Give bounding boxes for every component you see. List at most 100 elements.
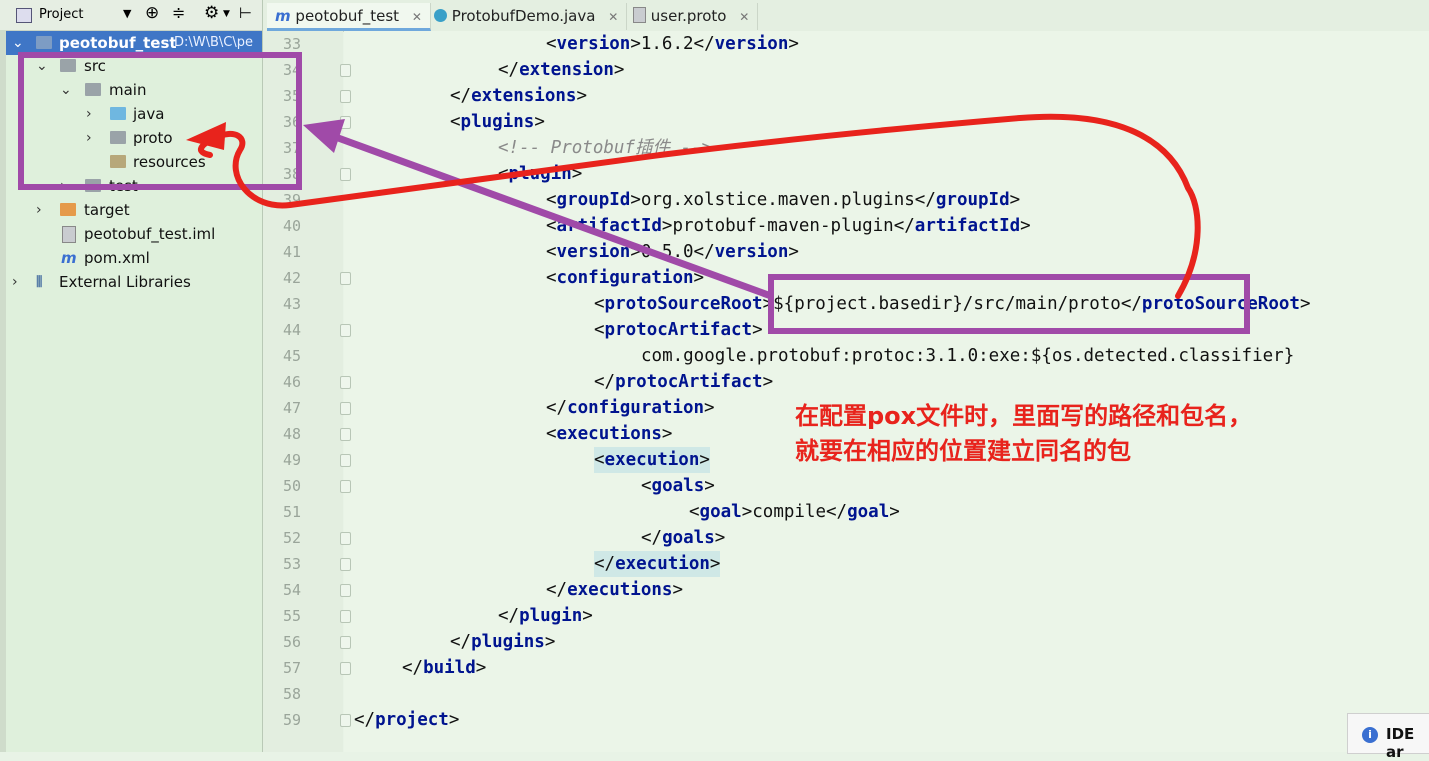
java-class-icon xyxy=(434,9,447,22)
tab-label: peotobuf_test xyxy=(295,7,400,25)
tab-user-proto[interactable]: user.proto ✕ xyxy=(625,3,759,30)
code-line-43: <protoSourceRoot>${project.basedir}/src/… xyxy=(594,294,1311,314)
chevron-right-icon[interactable]: › xyxy=(12,270,18,294)
xml-value: protobuf-maven-plugin xyxy=(672,216,894,236)
fold-marker-icon[interactable] xyxy=(340,610,351,623)
tree-label: main xyxy=(109,81,147,99)
code-line-53: </execution> xyxy=(594,551,721,577)
fold-marker-icon[interactable] xyxy=(340,272,351,285)
tab-peotobuf-test[interactable]: m peotobuf_test ✕ xyxy=(267,3,431,31)
fold-marker-icon[interactable] xyxy=(340,402,351,415)
fold-marker-icon[interactable] xyxy=(340,376,351,389)
tree-item-resources[interactable]: resources xyxy=(6,150,262,174)
settings-gear-icon[interactable]: ⚙ xyxy=(204,3,219,23)
line-number: 51 xyxy=(282,503,301,521)
tree-item-test[interactable]: › test xyxy=(6,174,262,198)
fold-marker-icon[interactable] xyxy=(340,584,351,597)
xml-value: 1.6.2 xyxy=(640,34,694,54)
fold-marker-icon[interactable] xyxy=(340,324,351,337)
tree-item-java[interactable]: › java xyxy=(6,102,262,126)
close-icon[interactable]: ✕ xyxy=(608,10,618,24)
fold-marker-icon[interactable] xyxy=(340,532,351,545)
xml-tag: plugins xyxy=(471,632,545,652)
tree-item-pom[interactable]: m pom.xml xyxy=(6,246,262,270)
fold-marker-icon[interactable] xyxy=(340,662,351,675)
xml-tag: protocArtifact xyxy=(604,320,753,340)
xml-tag: executions xyxy=(556,424,662,444)
excluded-folder-icon xyxy=(60,203,76,216)
collapse-all-icon[interactable]: ≑ xyxy=(172,3,185,22)
line-number: 38 xyxy=(282,165,301,183)
xml-tag: plugin xyxy=(508,164,572,184)
root-name: peotobuf_test xyxy=(59,34,177,52)
fold-marker-icon[interactable] xyxy=(340,168,351,181)
xml-tag: configuration xyxy=(556,268,694,288)
tree-item-root[interactable]: ⌄ peotobuf_test D:\W\B\C\pe xyxy=(6,31,262,55)
locate-file-icon[interactable]: ⊕ xyxy=(145,3,159,23)
xml-value: com.google.protobuf:protoc:3.1.0:exe:${o… xyxy=(641,346,1295,366)
close-icon[interactable]: ✕ xyxy=(739,10,749,24)
chevron-right-icon[interactable]: › xyxy=(36,198,42,222)
fold-marker-icon[interactable] xyxy=(340,90,351,103)
chevron-down-icon[interactable]: ⌄ xyxy=(36,54,48,78)
hide-panel-icon[interactable]: ⊢ xyxy=(239,4,252,22)
notification-popup[interactable]: i IDE ar xyxy=(1347,713,1429,761)
folder-icon xyxy=(85,179,101,192)
line-number: 52 xyxy=(282,529,301,547)
tree-item-src[interactable]: ⌄ src xyxy=(6,54,262,78)
close-icon[interactable]: ✕ xyxy=(412,10,422,24)
settings-dropdown-icon[interactable]: ▼ xyxy=(223,9,230,19)
xml-tag: goal xyxy=(699,502,742,522)
xml-value: org.xolstice.maven.plugins xyxy=(640,190,915,210)
fold-marker-icon[interactable] xyxy=(340,636,351,649)
xml-tag: artifactId xyxy=(914,216,1021,236)
tree-label: proto xyxy=(133,129,173,147)
code-line-39: <groupId>org.xolstice.maven.plugins</gro… xyxy=(546,190,1021,210)
code-line-57: </build> xyxy=(402,658,487,678)
chevron-down-icon[interactable]: ⌄ xyxy=(12,31,24,55)
xml-tag: protocArtifact xyxy=(615,372,763,392)
line-number: 44 xyxy=(282,321,301,339)
proto-file-icon xyxy=(633,7,646,23)
xml-tag: artifactId xyxy=(556,216,662,236)
view-dropdown-chevron-icon[interactable]: ▼ xyxy=(123,7,131,20)
xml-tag: build xyxy=(423,658,476,678)
line-number: 46 xyxy=(282,373,301,391)
info-icon: i xyxy=(1362,727,1378,743)
tree-item-iml[interactable]: peotobuf_test.iml xyxy=(6,222,262,246)
code-line-36: <plugins> xyxy=(450,112,545,132)
tree-item-external-libraries[interactable]: › ⦀ External Libraries xyxy=(6,270,262,294)
xml-tag: configuration xyxy=(567,398,705,418)
tree-label: java xyxy=(133,105,165,123)
tab-label: ProtobufDemo.java xyxy=(451,7,596,25)
tree-label: resources xyxy=(133,153,206,171)
project-toolbar: Project ▼ ⊕ ≑ ⚙ ▼ ⊢ xyxy=(0,0,262,31)
fold-marker-icon[interactable] xyxy=(340,480,351,493)
code-line-54: </executions> xyxy=(546,580,683,600)
line-number: 53 xyxy=(282,555,301,573)
fold-marker-icon[interactable] xyxy=(340,454,351,467)
tab-protobufdemo-java[interactable]: ProtobufDemo.java ✕ xyxy=(426,3,628,30)
line-number: 48 xyxy=(282,425,301,443)
chevron-right-icon[interactable]: › xyxy=(86,126,92,150)
project-view-label[interactable]: Project xyxy=(39,7,83,22)
xml-tag: extension xyxy=(519,60,614,80)
code-line-45: com.google.protobuf:protoc:3.1.0:exe:${o… xyxy=(641,343,1294,369)
chevron-right-icon[interactable]: › xyxy=(86,102,92,126)
line-number: 57 xyxy=(282,659,301,677)
tree-item-target[interactable]: › target xyxy=(6,198,262,222)
fold-marker-icon[interactable] xyxy=(340,116,351,129)
tab-label: user.proto xyxy=(650,7,727,25)
fold-marker-icon[interactable] xyxy=(340,64,351,77)
tree-label: target xyxy=(84,201,130,219)
xml-tag: protoSourceRoot xyxy=(1141,294,1300,314)
xml-tag: groupId xyxy=(935,190,1010,210)
fold-marker-icon[interactable] xyxy=(340,558,351,571)
fold-marker-icon[interactable] xyxy=(340,714,351,727)
code-line-47: </configuration> xyxy=(546,398,715,418)
tree-item-proto[interactable]: › proto xyxy=(6,126,262,150)
chevron-right-icon[interactable]: › xyxy=(60,174,66,198)
tree-item-main[interactable]: ⌄ main xyxy=(6,78,262,102)
fold-marker-icon[interactable] xyxy=(340,428,351,441)
chevron-down-icon[interactable]: ⌄ xyxy=(60,78,72,102)
